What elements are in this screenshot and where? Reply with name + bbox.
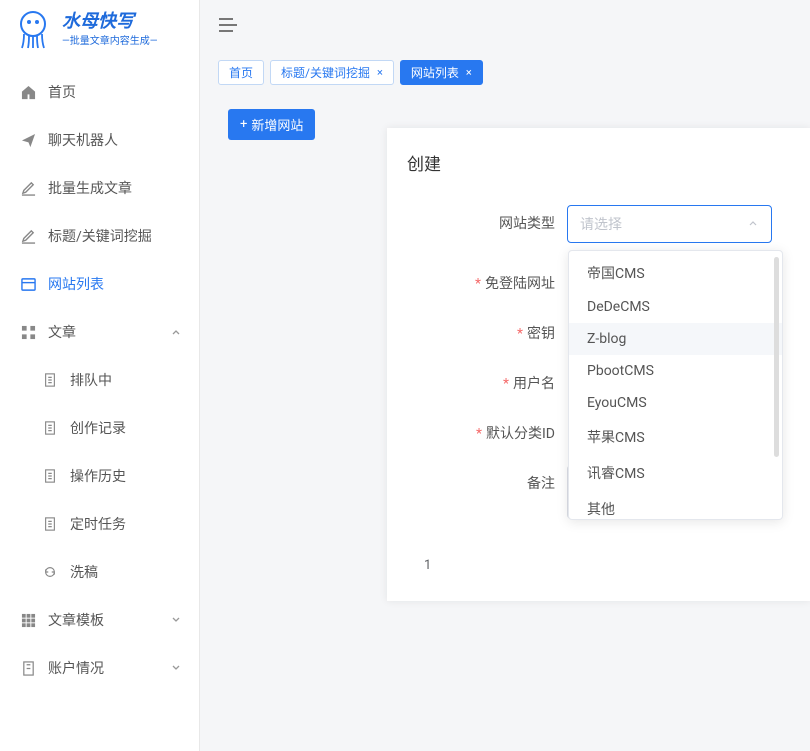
home-icon bbox=[20, 84, 36, 100]
sidebar: 水母快写 —批量文章内容生成— 首页 聊天机器人 批量生成文章 标题/关键词挖掘… bbox=[0, 0, 200, 751]
window-icon bbox=[20, 276, 36, 292]
dropdown-item[interactable]: PbootCMS bbox=[569, 355, 782, 387]
sidebar-subitem-records[interactable]: 创作记录 bbox=[0, 404, 199, 452]
sidebar-item-batch-gen[interactable]: 批量生成文章 bbox=[0, 164, 199, 212]
jellyfish-icon bbox=[12, 8, 54, 50]
form-label: *密钥 bbox=[407, 315, 567, 343]
close-icon[interactable]: × bbox=[466, 66, 472, 79]
chevron-down-icon bbox=[171, 615, 181, 625]
form-label: *默认分类ID bbox=[407, 415, 567, 443]
dropdown-item[interactable]: 其他 bbox=[569, 491, 782, 520]
sidebar-subitem-history[interactable]: 操作历史 bbox=[0, 452, 199, 500]
breadcrumbs: 首页 标题/关键词挖掘 × 网站列表 × bbox=[200, 50, 810, 95]
close-icon[interactable]: × bbox=[377, 66, 383, 79]
required-mark: * bbox=[475, 276, 481, 292]
refresh-icon bbox=[42, 564, 58, 580]
doc-icon bbox=[42, 468, 58, 484]
edit-icon bbox=[20, 228, 36, 244]
breadcrumb-label: 首页 bbox=[229, 64, 253, 81]
plus-icon: + bbox=[240, 117, 247, 132]
edit-icon bbox=[20, 180, 36, 196]
sidebar-subitem-label: 操作历史 bbox=[70, 466, 126, 486]
form-label: *免登陆网址 bbox=[407, 265, 567, 293]
dropdown-item[interactable]: 苹果CMS bbox=[569, 419, 782, 455]
scrollbar[interactable] bbox=[774, 257, 779, 457]
page-number: 1 bbox=[424, 558, 431, 573]
chevron-up-icon bbox=[171, 327, 181, 337]
sidebar-item-label: 网站列表 bbox=[48, 274, 104, 294]
add-button-label: 新增网站 bbox=[251, 115, 303, 134]
sidebar-subitem-scheduled[interactable]: 定时任务 bbox=[0, 500, 199, 548]
sidebar-item-label: 标题/关键词挖掘 bbox=[48, 226, 152, 246]
sidebar-subitem-label: 定时任务 bbox=[70, 514, 126, 534]
sidebar-item-keyword[interactable]: 标题/关键词挖掘 bbox=[0, 212, 199, 260]
grid-icon bbox=[20, 324, 36, 340]
sidebar-item-label: 聊天机器人 bbox=[48, 130, 118, 150]
form-row-site-type: 网站类型 请选择 帝国CMS DeDeCMS Z-blog PbootCMS E… bbox=[407, 205, 780, 243]
sidebar-subitem-queue[interactable]: 排队中 bbox=[0, 356, 199, 404]
breadcrumb-keyword[interactable]: 标题/关键词挖掘 × bbox=[270, 60, 394, 85]
chevron-down-icon bbox=[171, 663, 181, 673]
add-site-button[interactable]: + 新增网站 bbox=[228, 109, 315, 140]
doc-icon bbox=[42, 516, 58, 532]
sidebar-item-chatbot[interactable]: 聊天机器人 bbox=[0, 116, 199, 164]
apps-icon bbox=[20, 612, 36, 628]
dropdown-item[interactable]: 帝国CMS bbox=[569, 255, 782, 291]
sidebar-item-label: 文章 bbox=[48, 322, 76, 342]
breadcrumb-label: 网站列表 bbox=[411, 64, 459, 81]
sidebar-item-sitelist[interactable]: 网站列表 bbox=[0, 260, 199, 308]
required-mark: * bbox=[517, 326, 523, 342]
topbar bbox=[200, 0, 810, 50]
sidebar-subitem-label: 创作记录 bbox=[70, 418, 126, 438]
logo: 水母快写 —批量文章内容生成— bbox=[0, 0, 199, 58]
logo-title: 水母快写 bbox=[62, 11, 158, 33]
sidebar-item-account[interactable]: 账户情况 bbox=[0, 644, 199, 692]
dropdown-item[interactable]: EyouCMS bbox=[569, 387, 782, 419]
dropdown-item[interactable]: DeDeCMS bbox=[569, 291, 782, 323]
dropdown-item[interactable]: 讯睿CMS bbox=[569, 455, 782, 491]
form-label: *用户名 bbox=[407, 365, 567, 393]
doc-icon bbox=[42, 420, 58, 436]
sidebar-item-label: 文章模板 bbox=[48, 610, 104, 630]
chevron-down-icon bbox=[747, 218, 759, 230]
breadcrumb-label: 标题/关键词挖掘 bbox=[281, 64, 370, 81]
dropdown-item[interactable]: Z-blog bbox=[569, 323, 782, 355]
nav: 首页 聊天机器人 批量生成文章 标题/关键词挖掘 网站列表 文章 排队中 bbox=[0, 58, 199, 692]
modal-title: 创建 bbox=[407, 150, 780, 175]
breadcrumb-sitelist[interactable]: 网站列表 × bbox=[400, 60, 483, 85]
select-placeholder: 请选择 bbox=[580, 214, 622, 234]
form-label: 网站类型 bbox=[407, 205, 567, 233]
create-modal: 创建 网站类型 请选择 帝国CMS DeDeCMS Z-blog PbootCM… bbox=[387, 128, 810, 601]
required-mark: * bbox=[476, 426, 482, 442]
sidebar-subitem-label: 洗稿 bbox=[70, 562, 98, 582]
send-icon bbox=[20, 132, 36, 148]
sidebar-item-articles[interactable]: 文章 bbox=[0, 308, 199, 356]
sidebar-item-label: 账户情况 bbox=[48, 658, 104, 678]
hamburger-icon[interactable] bbox=[218, 17, 238, 33]
logo-subtitle: —批量文章内容生成— bbox=[62, 32, 158, 47]
sidebar-subitem-label: 排队中 bbox=[70, 370, 112, 390]
main: 首页 标题/关键词挖掘 × 网站列表 × + 新增网站 创建 网站类型 请选择 bbox=[200, 0, 810, 751]
site-type-dropdown: 帝国CMS DeDeCMS Z-blog PbootCMS EyouCMS 苹果… bbox=[568, 250, 783, 520]
account-icon bbox=[20, 660, 36, 676]
required-mark: * bbox=[503, 376, 509, 392]
sidebar-item-label: 批量生成文章 bbox=[48, 178, 132, 198]
sidebar-item-home[interactable]: 首页 bbox=[0, 68, 199, 116]
form-label: 备注 bbox=[407, 465, 567, 493]
sidebar-item-templates[interactable]: 文章模板 bbox=[0, 596, 199, 644]
sidebar-subitem-rewrite[interactable]: 洗稿 bbox=[0, 548, 199, 596]
site-type-select[interactable]: 请选择 帝国CMS DeDeCMS Z-blog PbootCMS EyouCM… bbox=[567, 205, 772, 243]
sidebar-item-label: 首页 bbox=[48, 82, 76, 102]
doc-icon bbox=[42, 372, 58, 388]
breadcrumb-home[interactable]: 首页 bbox=[218, 60, 264, 85]
